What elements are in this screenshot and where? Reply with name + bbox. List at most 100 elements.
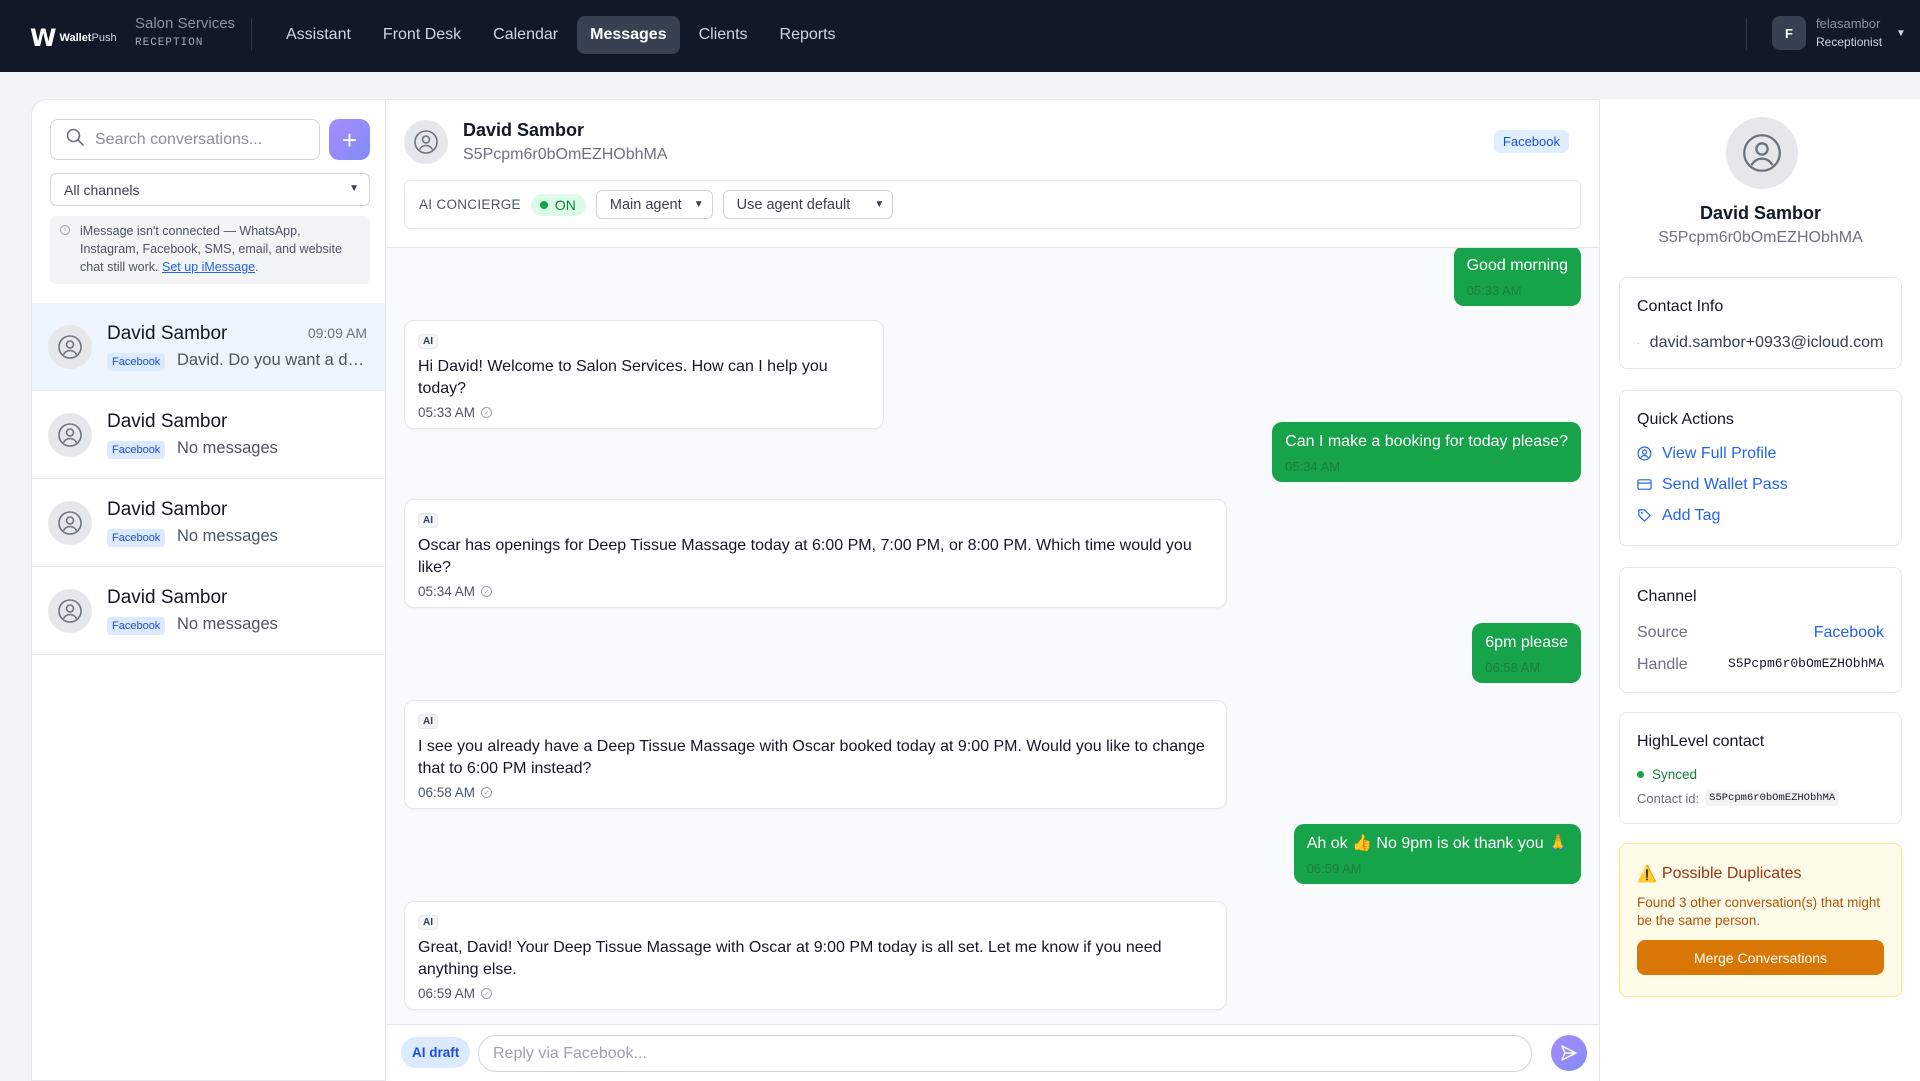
reply-box[interactable] <box>478 1035 1532 1072</box>
reply-input[interactable] <box>493 1044 1493 1063</box>
incoming-message: AI Great, David! Your Deep Tissue Massag… <box>404 901 1227 1010</box>
conversation-item[interactable]: David Sambor Facebook No messages <box>32 567 385 655</box>
nav-assistant[interactable]: Assistant <box>273 16 364 54</box>
message-time-row: 05:34 AM ✓ <box>418 584 1213 599</box>
channel-badge: Facebook <box>107 441 166 459</box>
search-box[interactable] <box>50 119 320 160</box>
message-thread: Good morning 05:33 AM AI Hi David! Welco… <box>386 248 1599 1024</box>
setup-imessage-link[interactable]: Set up iMessage <box>162 260 255 274</box>
contact-email-row: · david.sambor+0933@icloud.com <box>1637 334 1884 352</box>
walletpush-logo[interactable]: W WalletPush <box>30 24 117 52</box>
new-conversation-button[interactable]: + <box>329 119 370 160</box>
agent-mode-select[interactable]: Use agent default ▼ <box>722 190 894 219</box>
profile-avatar-icon <box>1726 117 1798 189</box>
chevron-down-icon: ▼ <box>1896 27 1906 39</box>
chat-panel: David Sambor S5Pcpm6r0bOmEZHObhMA Facebo… <box>386 99 1599 1081</box>
chat-header: David Sambor S5Pcpm6r0bOmEZHObhMA Facebo… <box>386 100 1599 248</box>
conversation-item[interactable]: David Sambor Facebook No messages <box>32 479 385 567</box>
ai-concierge-toggle[interactable]: ON <box>530 193 586 216</box>
message-text: Oscar has openings for Deep Tissue Massa… <box>418 537 1192 576</box>
ai-badge: AI <box>418 513 438 528</box>
imessage-notice: i iMessage isn't connected — WhatsApp, I… <box>50 216 370 284</box>
message-text: Good morning <box>1466 257 1568 274</box>
status-dot <box>539 200 548 209</box>
incoming-message: AI Oscar has openings for Deep Tissue Ma… <box>404 499 1227 608</box>
message-time: 06:59 AM <box>1306 861 1362 876</box>
conversation-name: David Sambor <box>107 411 228 432</box>
warning-icon: ⚠️ <box>1637 866 1657 883</box>
ai-draft-button[interactable]: AI draft <box>401 1037 471 1068</box>
nav-clients[interactable]: Clients <box>686 16 761 54</box>
highlevel-title: HighLevel contact <box>1637 733 1765 750</box>
contact-info-title: Contact Info <box>1637 298 1724 315</box>
source-value[interactable]: Facebook <box>1814 624 1884 642</box>
user-name: felasambor <box>1816 16 1881 31</box>
channel-filter-value: All channels <box>64 181 140 198</box>
user-menu[interactable]: F felasambor Receptionist ▼ <box>1772 15 1906 51</box>
conversation-name: David Sambor <box>107 323 228 344</box>
check-icon: ✓ <box>481 988 493 999</box>
ai-concierge-bar: AI CONCIERGE ON Main agent ▼ Use agent de… <box>404 180 1581 229</box>
profile-handle: S5Pcpm6r0bOmEZHObhMA <box>1658 229 1863 246</box>
outgoing-message: 6pm please 06:58 AM <box>1472 623 1581 683</box>
nav-calendar[interactable]: Calendar <box>480 16 571 54</box>
nav-messages[interactable]: Messages <box>577 16 680 54</box>
logo-brand: WalletPush <box>59 32 117 44</box>
user-role: Receptionist <box>1816 35 1883 49</box>
agent-select[interactable]: Main agent ▼ <box>595 190 713 219</box>
channel-card: Channel Source Facebook Handle S5Pcpm6r0… <box>1619 567 1902 693</box>
highlevel-contact-card: HighLevel contact Synced Contact id: S5Pc… <box>1619 712 1902 824</box>
handle-value: S5Pcpm6r0bOmEZHObhMA <box>1727 656 1884 671</box>
chevron-down-icon: ▼ <box>874 199 885 210</box>
divider <box>1746 18 1747 50</box>
message-text: Ah ok 👍 No 9pm is ok thank you 🙏 <box>1306 835 1568 852</box>
top-bar: W WalletPush Salon Services RECEPTION As… <box>0 0 1920 72</box>
message-time-row: 06:59 AM ✓ <box>418 986 1213 1001</box>
contact-email[interactable]: david.sambor+0933@icloud.com <box>1650 334 1884 352</box>
conversation-item[interactable]: David Sambor 09:09 AM Facebook David. Do… <box>32 303 385 391</box>
ai-badge: AI <box>418 714 438 729</box>
divider <box>251 18 252 50</box>
user-info: felasambor Receptionist <box>1816 15 1882 51</box>
channel-badge: Facebook <box>1493 130 1569 153</box>
user-avatar-icon <box>48 589 92 633</box>
user-avatar-icon <box>404 120 448 164</box>
status-dot <box>1637 771 1644 778</box>
check-icon: ✓ <box>481 787 493 798</box>
card-icon <box>1637 477 1652 492</box>
send-button[interactable] <box>1551 1035 1587 1071</box>
send-wallet-pass-link[interactable]: Send Wallet Pass <box>1637 474 1884 495</box>
quick-actions-title: Quick Actions <box>1637 411 1734 428</box>
outgoing-message: Ah ok 👍 No 9pm is ok thank you 🙏 06:59 A… <box>1293 824 1581 884</box>
chat-contact-name: David Sambor <box>463 120 585 140</box>
view-full-profile-link[interactable]: View Full Profile <box>1637 443 1884 464</box>
possible-duplicates-card: ⚠️ Possible Duplicates Found 3 other conv… <box>1619 843 1902 997</box>
email-icon: · <box>1637 338 1640 348</box>
message-text: Hi David! Welcome to Salon Services. How… <box>418 358 828 397</box>
source-row: Source Facebook <box>1637 624 1884 642</box>
org-switcher: Salon Services RECEPTION <box>135 16 235 49</box>
channel-badge: Facebook <box>107 353 166 371</box>
ai-concierge-label: AI CONCIERGE <box>419 197 521 212</box>
org-role: RECEPTION <box>135 37 204 49</box>
add-tag-link[interactable]: Add Tag <box>1637 505 1884 526</box>
user-avatar-icon <box>48 325 92 369</box>
merge-conversations-button[interactable]: Merge Conversations <box>1637 940 1884 975</box>
info-icon: i <box>60 225 70 235</box>
nav-reports[interactable]: Reports <box>767 16 849 54</box>
channel-filter-select[interactable]: All channels ▼ <box>50 173 370 206</box>
conversation-list: David Sambor 09:09 AM Facebook David. Do… <box>32 303 385 655</box>
handle-row: Handle S5Pcpm6r0bOmEZHObhMA <box>1637 656 1884 673</box>
check-icon: ✓ <box>481 407 493 418</box>
check-icon: ✓ <box>481 586 493 597</box>
quick-actions-card: Quick Actions View Full Profile Send Wal… <box>1619 390 1902 546</box>
chevron-down-icon: ▼ <box>349 183 359 194</box>
conversation-item[interactable]: David Sambor Facebook No messages <box>32 391 385 479</box>
main-nav: Assistant Front Desk Calendar Messages C… <box>273 16 849 54</box>
nav-front-desk[interactable]: Front Desk <box>370 16 474 54</box>
conversation-preview: No messages <box>177 615 278 633</box>
search-input[interactable] <box>95 130 295 149</box>
contact-info-card: Contact Info · david.sambor+0933@icloud.c… <box>1619 277 1902 369</box>
user-avatar-icon <box>48 501 92 545</box>
conversation-preview: No messages <box>177 439 278 457</box>
